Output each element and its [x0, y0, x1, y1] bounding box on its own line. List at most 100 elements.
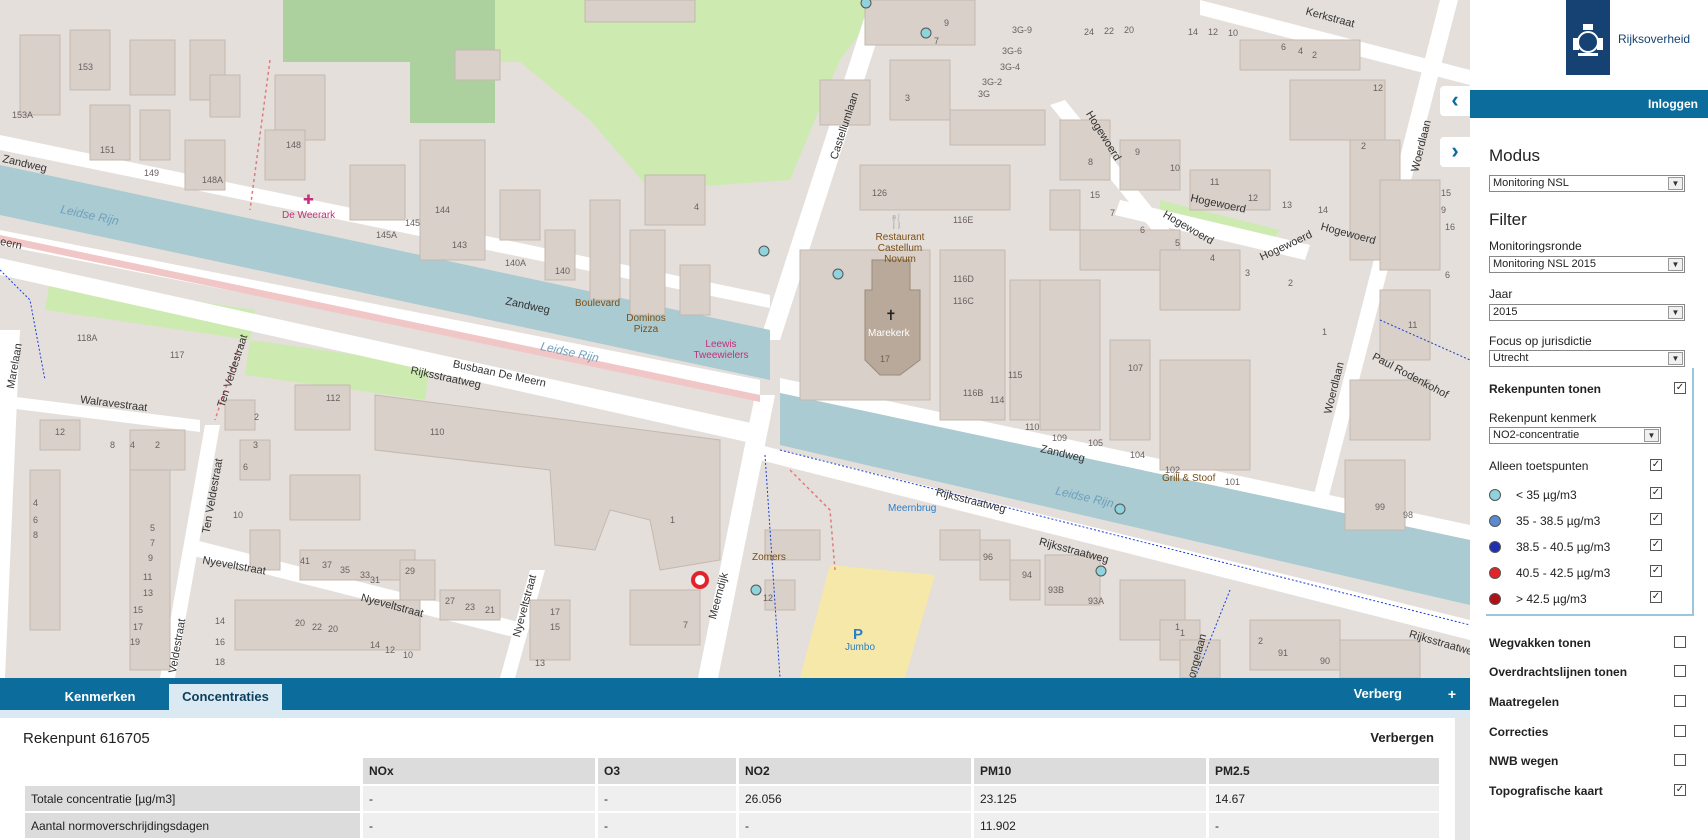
- poi-label[interactable]: De Weerark: [282, 210, 335, 221]
- column-header: PM2.5: [1209, 758, 1439, 784]
- house-number: 6: [33, 515, 39, 525]
- jaar-label: Jaar: [1489, 287, 1513, 301]
- jaar-value: 2015: [1493, 306, 1518, 318]
- house-number: 2: [1361, 141, 1367, 151]
- house-number: 12: [385, 645, 396, 655]
- legend-checkbox[interactable]: ✓: [1650, 591, 1662, 603]
- alleen-toetspunten-label: Alleen toetspunten: [1489, 459, 1589, 473]
- table-header-row: NOx O3 NO2 PM10 PM2.5: [25, 758, 1439, 784]
- layer-label: Maatregelen: [1489, 695, 1560, 709]
- legend-checkbox[interactable]: ✓: [1650, 565, 1662, 577]
- house-number: 11: [1408, 320, 1418, 330]
- selected-calc-point[interactable]: [691, 571, 709, 589]
- topografische-kaart-checkbox[interactable]: ✓: [1674, 784, 1686, 796]
- legend-checkbox[interactable]: ✓: [1650, 513, 1662, 525]
- legend-label: > 42.5 µg/m3: [1516, 592, 1587, 606]
- poi-label[interactable]: Restaurant Castellum Novum: [865, 232, 935, 265]
- house-number: 104: [1130, 450, 1146, 460]
- house-number: 15: [133, 605, 144, 615]
- wegvakken-checkbox[interactable]: [1674, 636, 1686, 648]
- row-label: Totale concentratie [µg/m3]: [25, 786, 360, 811]
- house-number: 116E: [953, 215, 974, 225]
- focus-select[interactable]: Utrecht ▼: [1489, 350, 1685, 367]
- house-number: 17: [880, 354, 891, 364]
- house-number: 14: [1318, 205, 1329, 215]
- nwb-wegen-checkbox[interactable]: [1674, 754, 1686, 766]
- kenmerk-select[interactable]: NO2-concentratie ▼: [1489, 427, 1661, 444]
- house-number: 7: [1110, 208, 1116, 218]
- house-number: 19: [130, 637, 141, 647]
- house-number: 93B: [1048, 585, 1065, 595]
- house-number: 12: [1373, 83, 1384, 93]
- legend-checkbox[interactable]: ✓: [1650, 539, 1662, 551]
- modus-select[interactable]: Monitoring NSL ▼: [1489, 175, 1685, 192]
- filter-title: Filter: [1489, 210, 1527, 229]
- house-number: 110: [430, 427, 445, 437]
- house-number: 21: [485, 605, 496, 615]
- house-number: 15: [550, 622, 561, 632]
- house-number: 90: [1320, 656, 1331, 666]
- table-corner: [25, 758, 360, 784]
- house-number: 6: [1445, 270, 1451, 280]
- house-number: 145A: [376, 230, 398, 240]
- info-tabbar: Kenmerken Concentraties Verberg +: [0, 678, 1470, 710]
- poi-label[interactable]: Zomers: [752, 552, 786, 563]
- house-number: 3G-2: [982, 77, 1003, 87]
- house-number: 17: [133, 622, 144, 632]
- poi-label[interactable]: Jumbo: [845, 642, 875, 653]
- house-number: 145: [405, 218, 421, 228]
- house-number: 22: [1104, 26, 1115, 36]
- house-number: 10: [1228, 28, 1239, 38]
- house-number: 126: [872, 188, 888, 198]
- login-button[interactable]: Inloggen: [1648, 90, 1698, 118]
- table-cell: -: [598, 786, 736, 811]
- house-number: 4: [1210, 253, 1216, 263]
- house-number: 144: [435, 205, 451, 215]
- verbergen-link[interactable]: Verbergen: [1370, 730, 1434, 745]
- overdrachtslijnen-checkbox[interactable]: [1674, 665, 1686, 677]
- house-number: 3: [905, 93, 911, 103]
- legend-label: 40.5 - 42.5 µg/m3: [1516, 566, 1611, 580]
- house-number: 37: [322, 560, 333, 570]
- house-number: 101: [1225, 477, 1241, 487]
- house-number: 94: [1022, 570, 1033, 580]
- monitoringsronde-select[interactable]: Monitoring NSL 2015 ▼: [1489, 256, 1685, 273]
- legend-label: < 35 µg/m3: [1516, 488, 1577, 502]
- logo-text: Rijksoverheid: [1618, 32, 1691, 46]
- house-number: 3: [1245, 268, 1251, 278]
- table-cell: 23.125: [974, 786, 1206, 811]
- legend-checkbox[interactable]: ✓: [1650, 487, 1662, 499]
- house-number: 10: [403, 650, 414, 660]
- hide-panel-link[interactable]: Verberg: [1354, 678, 1402, 710]
- house-number: 8: [1088, 157, 1094, 167]
- house-number: 153A: [12, 110, 34, 120]
- pharmacy-icon: ✚: [303, 192, 314, 207]
- house-number: 1: [1180, 628, 1186, 638]
- table-cell: 14.67: [1209, 786, 1439, 811]
- poi-label[interactable]: Marekerk: [868, 328, 910, 339]
- tab-concentraties[interactable]: Concentraties: [169, 684, 282, 710]
- map-view[interactable]: Zandweg Zandweg Zandweg eern Leidse Rijn…: [0, 0, 1470, 678]
- coat-of-arms-icon: [1573, 24, 1603, 56]
- jaar-select[interactable]: 2015 ▼: [1489, 304, 1685, 321]
- alleen-toetspunten-checkbox[interactable]: ✓: [1650, 459, 1662, 471]
- panel-scrollbar[interactable]: [1455, 718, 1470, 840]
- tab-kenmerken[interactable]: Kenmerken: [45, 684, 155, 710]
- poi-label[interactable]: Dominos Pizza: [625, 313, 667, 335]
- table-cell: 26.056: [739, 786, 971, 811]
- plus-icon[interactable]: +: [1448, 678, 1456, 710]
- correcties-checkbox[interactable]: [1674, 725, 1686, 737]
- expand-sidebar-button[interactable]: ›: [1440, 137, 1470, 167]
- table-row: Aantal normoverschrijdingsdagen - - - 11…: [25, 813, 1439, 838]
- poi-label[interactable]: Meernbrug: [888, 503, 936, 514]
- rekenpunt-title: Rekenpunt 616705: [23, 730, 150, 747]
- collapse-sidebar-button[interactable]: ‹: [1440, 86, 1470, 116]
- house-number: 33: [360, 570, 371, 580]
- maatregelen-checkbox[interactable]: [1674, 695, 1686, 707]
- poi-label[interactable]: Boulevard: [575, 298, 620, 309]
- church-cross-icon: ✝: [885, 307, 897, 323]
- poi-label[interactable]: Leewis Tweewielers: [690, 339, 752, 361]
- house-number: 14: [215, 616, 226, 626]
- legend-dot-lt35: [1489, 489, 1501, 501]
- house-number: 12: [1208, 27, 1219, 37]
